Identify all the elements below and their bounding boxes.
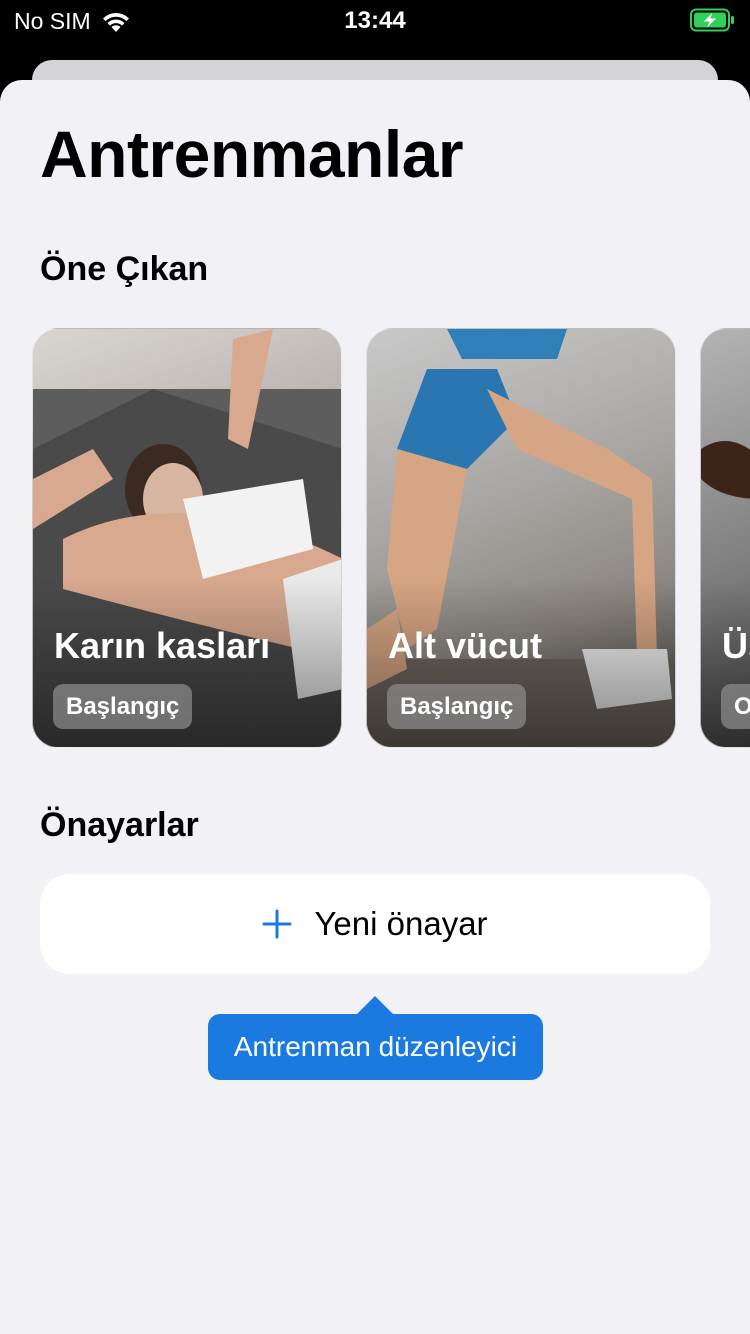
new-preset-label: Yeni önayar bbox=[314, 905, 488, 942]
presets-section-title: Önayarlar bbox=[40, 806, 199, 844]
level-badge: Başlangıç bbox=[53, 684, 193, 729]
featured-card-lower-body[interactable]: Alt vücut Başlangıç bbox=[366, 328, 676, 748]
workouts-sheet: Antrenmanlar Öne Çıkan Karın kasları Baş… bbox=[0, 80, 750, 1334]
workout-editor-tooltip[interactable]: Antrenman düzenleyici bbox=[208, 1014, 543, 1080]
featured-carousel[interactable]: Karın kasları Başlangıç Alt vücut Başlan… bbox=[0, 328, 750, 748]
card-title: Alt vücut bbox=[388, 625, 543, 666]
featured-card-upper-body[interactable]: Üs O bbox=[700, 328, 750, 748]
level-badge: Başlangıç bbox=[387, 684, 527, 729]
featured-section-title: Öne Çıkan bbox=[40, 250, 209, 288]
tooltip-arrow bbox=[357, 996, 393, 1014]
page-title: Antrenmanlar bbox=[40, 117, 464, 191]
status-bar: No SIM 13:44 bbox=[0, 0, 750, 42]
card-title: Karın kasları bbox=[54, 625, 271, 666]
plus-icon bbox=[262, 909, 292, 939]
status-time: 13:44 bbox=[344, 7, 406, 34]
card-title: Üs bbox=[722, 625, 750, 666]
battery-charging-icon bbox=[690, 8, 736, 32]
featured-card-abs[interactable]: Karın kasları Başlangıç bbox=[32, 328, 342, 748]
level-badge: O bbox=[721, 684, 750, 729]
new-preset-button[interactable]: Yeni önayar bbox=[40, 874, 710, 974]
